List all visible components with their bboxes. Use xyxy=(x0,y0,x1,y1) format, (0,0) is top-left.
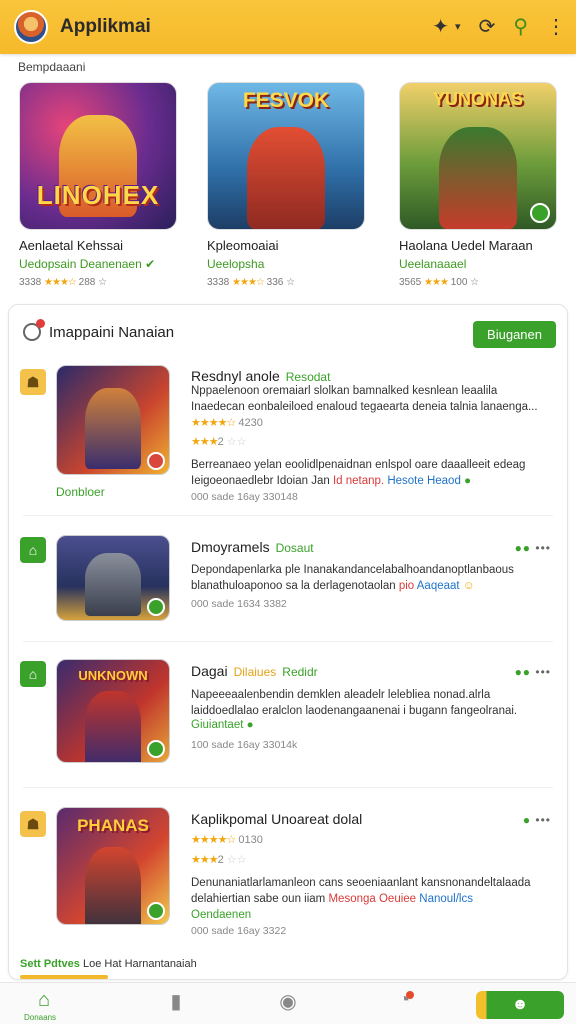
game-rating: 3338 ★★★☆ 288 ☆ xyxy=(19,277,108,288)
game-cover-image[interactable]: YUNONAS xyxy=(399,82,557,230)
cover-logo-text: FESVOK xyxy=(242,89,330,112)
game-developer: Ueelopsha xyxy=(207,257,265,271)
row-meta: 000 sade 16ay 330148 xyxy=(191,491,298,503)
row-description: Depondapenlarka ple Inanakandancelabalho… xyxy=(191,564,514,592)
cover-logo-text: YUNONAS xyxy=(432,89,523,109)
bottom-navigation: ⌂ Donaans ▮ ◉ ◔ ☻ xyxy=(0,982,576,1024)
refresh-icon[interactable]: ⟳ xyxy=(479,17,496,37)
game-rating: 3338 ★★★☆ 336 ☆ xyxy=(207,277,296,288)
row-description: Nppaelenoon oremaiarl slolkan bamnalked … xyxy=(191,385,538,413)
home-icon[interactable]: ⌂ xyxy=(24,989,64,1012)
person-icon: ☗ xyxy=(20,369,46,395)
star-rating-icon: ★★★ xyxy=(424,277,449,288)
row-rating-secondary: ★★★2 ☆☆ xyxy=(191,854,247,866)
row-title[interactable]: Dmoyramels Dosaut xyxy=(191,539,314,555)
row-title[interactable]: Resdnyl anole Resodat xyxy=(191,368,330,384)
featured-card[interactable]: LINOHEX Aenlaetal Kehssai Uedopsain Dean… xyxy=(19,82,191,288)
row-rating: ★★★★☆ 0130 xyxy=(191,834,263,846)
badge-icon xyxy=(147,452,165,470)
game-thumbnail[interactable]: UNKNOWN xyxy=(56,659,170,763)
row-description: Denunaniatlarlamanleon cans seoeniaanlan… xyxy=(191,877,531,921)
profile-button[interactable]: ☻ xyxy=(476,991,564,1019)
verified-icon: ✔ xyxy=(145,257,156,271)
compass-icon[interactable]: ◉ xyxy=(268,989,308,1014)
notification-icon xyxy=(23,319,45,341)
star-rating-icon: ★★★ xyxy=(191,854,219,866)
bookmark-icon[interactable]: ▮ xyxy=(156,989,196,1014)
verified-icon: ● xyxy=(246,719,254,731)
row-description-secondary: Berreanaeo yelan eoolidlpenaidnan enlspo… xyxy=(191,459,526,487)
app-bar-actions: ✦ ▾ ⟳ ⚲ ⋮ xyxy=(432,0,566,54)
badge-icon xyxy=(147,902,165,920)
row-meta: 000 sade 1634 3382 xyxy=(191,598,287,610)
recommendations-panel: Imappaini Nanaian Biuganen ☗ Resdnyl ano… xyxy=(8,304,568,980)
game-rating: 3565 ★★★ 100 ☆ xyxy=(399,277,480,288)
emoji-icon: ☺ xyxy=(462,580,475,592)
thumbnail-logo-text: UNKNOWN xyxy=(78,668,148,683)
game-name[interactable]: Haolana Uedel Maraan xyxy=(399,238,571,253)
app-logo[interactable] xyxy=(14,10,48,44)
row-status-label[interactable]: Donbloer xyxy=(56,485,105,499)
app-bar: Applikmai ✦ ▾ ⟳ ⚲ ⋮ xyxy=(0,0,576,54)
row-title[interactable]: Kaplikpomal Unoareat dolal xyxy=(191,811,362,827)
divider xyxy=(23,787,553,788)
panel-header: Imappaini Nanaian xyxy=(23,319,175,341)
game-thumbnail[interactable] xyxy=(56,365,170,475)
bell-icon[interactable]: ◔ xyxy=(384,989,424,1012)
panel-title: Imappaini Nanaian xyxy=(49,323,175,341)
star-rating-icon: ★★★☆ xyxy=(44,277,77,288)
star-rating-icon: ★★★☆ xyxy=(232,277,265,288)
featured-section-label: Bempdaaani xyxy=(18,60,86,74)
more-options-button[interactable]: ●● ••• xyxy=(515,665,551,679)
featured-card[interactable]: FESVOK Kpleomoaiai Ueelopsha 3338 ★★★☆ 3… xyxy=(207,82,379,288)
game-name[interactable]: Kpleomoaiai xyxy=(207,238,379,253)
cover-logo-text: LINOHEX xyxy=(36,180,160,210)
nav-home-label: Donaans xyxy=(24,1013,57,1022)
game-developer: Ueelanaaael xyxy=(399,257,467,271)
more-options-button[interactable]: ● ••• xyxy=(523,813,551,827)
bird-icon[interactable]: ✦ xyxy=(432,17,449,37)
more-options-button[interactable]: ●● ••• xyxy=(515,541,551,555)
person-icon: ☗ xyxy=(20,811,46,837)
panel-action-button[interactable]: Biuganen xyxy=(473,321,556,348)
game-thumbnail[interactable]: PHANAS xyxy=(56,807,170,925)
verified-icon: ● xyxy=(464,475,472,487)
notification-dot xyxy=(406,991,414,999)
divider xyxy=(23,641,553,642)
home-icon: ⌂ xyxy=(20,537,46,563)
badge-icon xyxy=(147,740,165,758)
badge-icon xyxy=(147,598,165,616)
star-rating-icon: ★★★★☆ xyxy=(191,417,236,429)
row-title[interactable]: Dagai Dilaiues Redidr xyxy=(191,663,318,679)
divider xyxy=(23,515,553,516)
featured-carousel: LINOHEX Aenlaetal Kehssai Uedopsain Dean… xyxy=(0,82,576,292)
thumbnail-logo-text: PHANAS xyxy=(77,816,149,835)
profile-icon: ☻ xyxy=(511,996,529,1013)
chevron-down-icon[interactable]: ▾ xyxy=(455,21,461,33)
game-cover-image[interactable]: FESVOK xyxy=(207,82,365,230)
app-title: Applikmai xyxy=(60,16,151,37)
more-vertical-icon[interactable]: ⋮ xyxy=(546,17,566,37)
featured-card[interactable]: YUNONAS Haolana Uedel Maraan Ueelanaaael… xyxy=(399,82,571,288)
row-description: Napeeeaalenbendin demklen aleadelr leleb… xyxy=(191,689,518,717)
game-developer: Uedopsain Deanenaen ✔ xyxy=(19,257,156,271)
game-thumbnail[interactable] xyxy=(56,535,170,621)
row-rating-secondary: ★★★2 ☆☆ xyxy=(191,436,247,448)
progress-indicator xyxy=(20,975,108,979)
home-icon: ⌂ xyxy=(20,661,46,687)
star-rating-icon: ★★★★☆ xyxy=(191,834,236,846)
star-rating-icon: ★★★ xyxy=(191,436,219,448)
row-status-label[interactable]: Giuiantaet ● xyxy=(191,719,254,731)
row-meta: 000 sade 16ay 3322 xyxy=(191,925,287,937)
row-meta: 100 sade 16ay 33014k xyxy=(191,739,298,751)
game-cover-image[interactable]: LINOHEX xyxy=(19,82,177,230)
badge-icon xyxy=(530,203,550,223)
footer-note: Sett Pdtves Loe Hat Harnantanaiah xyxy=(20,958,197,970)
search-icon[interactable]: ⚲ xyxy=(513,17,528,37)
row-rating: ★★★★☆ 4230 xyxy=(191,417,263,429)
game-name[interactable]: Aenlaetal Kehssai xyxy=(19,238,191,253)
